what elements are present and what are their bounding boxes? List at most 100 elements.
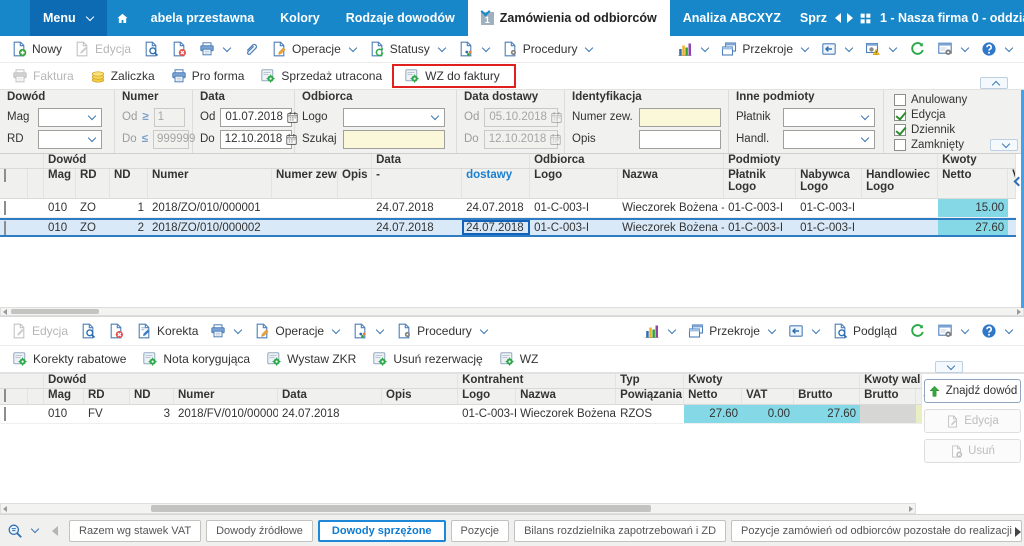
lower-grid-hscrollbar[interactable] (0, 503, 916, 514)
modules-grid-icon[interactable] (859, 12, 872, 25)
col-header-vat-cut[interactable]: V (1008, 169, 1017, 199)
wz-do-faktury-button[interactable]: WZ do faktury (398, 67, 506, 85)
group-header-podmioty[interactable]: Podmioty (724, 154, 939, 169)
tab-tabela-przestawna[interactable]: abela przestawna (138, 0, 268, 36)
table-row[interactable]: 010 FV 3 2018/FV/010/000003 24.07.2018 0… (0, 405, 923, 424)
charts-button[interactable] (638, 322, 682, 340)
group-header-kontrahent[interactable]: Kontrahent (458, 374, 617, 389)
scrollbar-thumb[interactable] (11, 309, 99, 314)
col-header-netto[interactable]: Netto (938, 169, 1009, 199)
checkbox-zamkniety[interactable]: Zamknięty (894, 138, 967, 152)
col-header-nazwa[interactable]: Nazwa (618, 169, 725, 199)
expand-filters-button[interactable] (990, 139, 1018, 151)
odbiorca-logo-select[interactable] (343, 107, 445, 127)
attachments-button[interactable] (237, 40, 265, 58)
select-all-header[interactable] (0, 169, 28, 199)
group-header-typ[interactable]: Typ (616, 374, 685, 389)
col-header-opis[interactable]: Opis (382, 389, 459, 405)
col-header-dostawy-sorted[interactable]: dostawy (462, 169, 531, 199)
edit-button[interactable]: Edycja (68, 40, 137, 58)
tabs-scroll-left-icon[interactable] (52, 525, 58, 536)
znajdz-dowod-button[interactable]: Znajdź dowód (924, 379, 1021, 403)
tab-scroll-left-icon[interactable] (835, 13, 841, 23)
sprzedaz-utracona-button[interactable]: Sprzedaż utracona (254, 67, 388, 85)
tab-dowody-sprzezone[interactable]: Dowody sprzężone (317, 519, 446, 542)
row-checkbox-cell[interactable] (0, 218, 28, 237)
scroll-left-icon[interactable] (3, 309, 7, 315)
operations-button[interactable]: Operacje (248, 322, 346, 340)
tab-pozycje-zamowien-pozostale[interactable]: Pozycje zamówień od odbiorców pozostałe … (731, 519, 1022, 542)
refresh-button[interactable] (903, 322, 931, 340)
operations-button[interactable]: Operacje (265, 40, 363, 58)
edit-button[interactable]: Edycja (5, 322, 74, 340)
group-header-kwoty[interactable]: Kwoty (684, 374, 861, 389)
odbiorca-szukaj-input[interactable] (343, 129, 445, 149)
korekty-rabatowe-button[interactable]: Korekty rabatowe (6, 350, 132, 368)
upper-grid-hscrollbar[interactable] (0, 307, 1024, 316)
col-header-brutto[interactable]: Brutto (794, 389, 861, 405)
menu-button[interactable]: Menu (30, 0, 107, 36)
dostawy-do-input[interactable]: 12.10.2018 (483, 129, 558, 149)
col-header-logo[interactable]: Logo (458, 389, 517, 405)
zaliczka-button[interactable]: Zaliczka (84, 67, 161, 85)
group-header-dowod[interactable]: Dowód (44, 154, 373, 169)
tab-kolory[interactable]: Kolory (267, 0, 333, 36)
col-header-nd[interactable]: ND (130, 389, 174, 405)
col-header-numer-zew[interactable]: Numer zew. (272, 169, 338, 199)
korekta-button[interactable]: Korekta (130, 322, 204, 340)
col-header-data[interactable]: - (372, 169, 463, 199)
opis-input[interactable] (639, 129, 721, 149)
nota-korygujaca-button[interactable]: Nota korygująca (136, 350, 256, 368)
col-header-rd[interactable]: RD (84, 389, 130, 405)
delete-document-button[interactable] (165, 40, 193, 58)
help-button[interactable] (975, 322, 1019, 340)
wz-button[interactable]: WZ (493, 350, 545, 368)
checkbox-edycja[interactable]: Edycja (894, 108, 967, 122)
numer-do-input[interactable]: 999999 (153, 129, 195, 149)
expand-panel-button[interactable] (935, 361, 963, 373)
col-header-rd[interactable]: RD (76, 169, 110, 199)
group-header-odbiorca[interactable]: Odbiorca (530, 154, 725, 169)
navigate-back-button[interactable] (815, 40, 859, 58)
refresh-button[interactable] (903, 40, 931, 58)
usun-rezerwacje-button[interactable]: Usuń rezerwację (366, 350, 488, 368)
col-header-vat[interactable]: VAT (742, 389, 795, 405)
row-checkbox-cell[interactable] (0, 199, 28, 218)
col-header-data[interactable]: Data (278, 389, 382, 405)
col-header-mag[interactable]: Mag (44, 169, 76, 199)
rd-select[interactable] (38, 129, 102, 149)
tab-razem-wg-stawek-vat[interactable]: Razem wg stawek VAT (69, 519, 202, 542)
window-settings-button[interactable] (931, 322, 975, 340)
tab-sprzedaz-cut[interactable]: Sprz (794, 11, 833, 25)
scrollbar-thumb[interactable] (151, 505, 651, 512)
numer-zew-input[interactable] (639, 107, 721, 127)
new-button[interactable]: Nowy (5, 40, 68, 58)
related-documents-button[interactable] (452, 40, 496, 58)
views-button[interactable]: Przekroje (682, 322, 782, 340)
tab-pozycje[interactable]: Pozycje (450, 519, 510, 542)
group-header-kwoty[interactable]: Kwoty (938, 154, 1017, 169)
grid-settings-warning-button[interactable] (859, 40, 903, 58)
col-header-netto[interactable]: Netto (684, 389, 743, 405)
edycja-button[interactable]: Edycja (924, 409, 1021, 433)
col-header-powiazania[interactable]: Powiązania (616, 389, 685, 405)
row-checkbox-cell[interactable] (0, 405, 28, 424)
scroll-right-icon[interactable] (1017, 309, 1021, 315)
wystaw-zkr-button[interactable]: Wystaw ZKR (260, 350, 362, 368)
pro-forma-button[interactable]: Pro forma (165, 67, 251, 85)
procedures-button[interactable]: Procedury (496, 40, 600, 58)
company-selector[interactable]: 1 - Nasza firma 0 - oddział (874, 11, 1024, 25)
col-header-numer[interactable]: Numer (174, 389, 278, 405)
mag-select[interactable] (38, 107, 102, 127)
preview-document-button[interactable] (74, 322, 102, 340)
col-header-logo[interactable]: Logo (530, 169, 619, 199)
delete-document-button[interactable] (102, 322, 130, 340)
print-button[interactable] (204, 322, 248, 340)
related-documents-button[interactable] (346, 322, 390, 340)
col-header-nazwa[interactable]: Nazwa (516, 389, 617, 405)
tab-rodzaje-dowodow[interactable]: Rodzaje dowodów (333, 0, 468, 36)
tab-scroll-right-icon[interactable] (847, 13, 853, 23)
focused-cell[interactable]: 24.07.2018 (462, 218, 531, 237)
help-button[interactable] (975, 40, 1019, 58)
platnik-select[interactable] (783, 107, 875, 127)
